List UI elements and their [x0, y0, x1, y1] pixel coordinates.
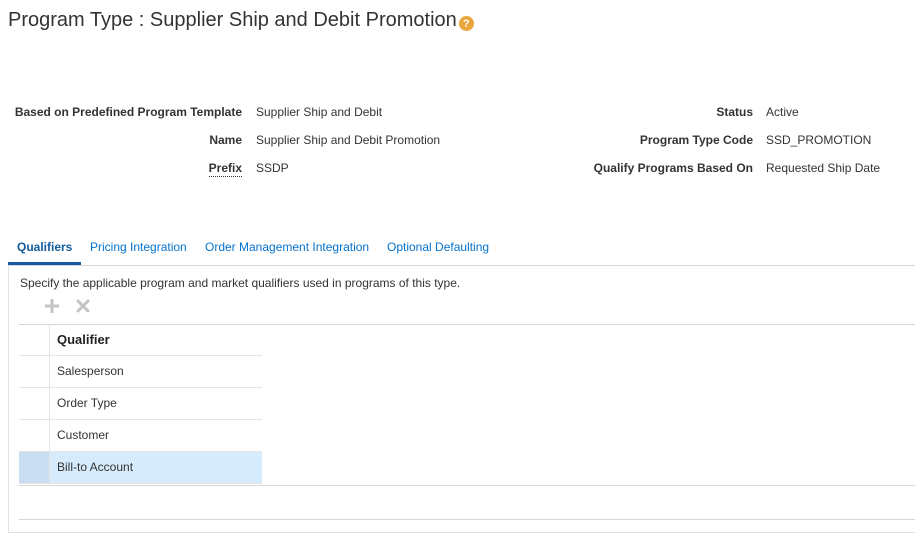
qualifier-cell: Salesperson	[57, 364, 124, 378]
row-header-cell[interactable]	[19, 452, 50, 483]
row-header-cell[interactable]	[19, 420, 50, 451]
grid-bottom-divider	[19, 485, 915, 486]
help-icon[interactable]: ?	[458, 16, 474, 31]
page-title-text: Program Type : Supplier Ship and Debit P…	[8, 9, 457, 31]
table-row[interactable]: Salesperson	[19, 356, 262, 388]
row-header-cell[interactable]	[19, 356, 50, 387]
tab-bar: Qualifiers Pricing Integration Order Man…	[8, 232, 915, 266]
template-label: Based on Predefined Program Template	[14, 105, 242, 119]
delete-qualifier-button[interactable]	[74, 297, 92, 315]
prefix-value: SSDP	[256, 161, 289, 175]
qualifiers-panel: Specify the applicable program and marke…	[8, 266, 915, 533]
page-title: Program Type : Supplier Ship and Debit P…	[8, 9, 474, 32]
table-row[interactable]: Customer	[19, 420, 262, 452]
row-header-cell	[19, 324, 50, 355]
qualify-programs-label: Qualify Programs Based On	[593, 161, 753, 175]
name-value: Supplier Ship and Debit Promotion	[256, 133, 441, 147]
tab-optional-defaulting[interactable]: Optional Defaulting	[387, 232, 489, 262]
grid-footer-divider	[19, 519, 915, 520]
name-label: Name	[209, 133, 242, 147]
qualifiers-table: Qualifier Salesperson Order Type Custome…	[19, 324, 262, 484]
status-value: Active	[766, 105, 799, 119]
add-qualifier-button[interactable]	[43, 297, 61, 315]
x-icon	[76, 299, 90, 313]
qualify-programs-value: Requested Ship Date	[766, 161, 881, 175]
template-value: Supplier Ship and Debit	[256, 105, 383, 119]
status-label: Status	[716, 105, 753, 119]
table-row[interactable]: Order Type	[19, 388, 262, 420]
program-type-code-value: SSD_PROMOTION	[766, 133, 872, 147]
tab-order-management-integration[interactable]: Order Management Integration	[205, 232, 369, 262]
row-header-cell[interactable]	[19, 388, 50, 419]
table-header-row: Qualifier	[19, 324, 262, 356]
tab-pricing-integration[interactable]: Pricing Integration	[90, 232, 187, 262]
plus-icon	[45, 299, 59, 313]
table-row-selected[interactable]: Bill-to Account	[19, 452, 262, 484]
qualifier-cell: Customer	[57, 428, 110, 442]
qualifiers-instructions: Specify the applicable program and marke…	[20, 276, 461, 290]
qualifier-cell: Bill-to Account	[57, 460, 134, 474]
qualifier-column-header[interactable]: Qualifier	[57, 324, 110, 355]
tab-qualifiers[interactable]: Qualifiers	[8, 232, 82, 265]
program-type-code-label: Program Type Code	[639, 133, 753, 147]
prefix-label: Prefix	[208, 161, 242, 177]
qualifier-cell: Order Type	[57, 396, 117, 410]
